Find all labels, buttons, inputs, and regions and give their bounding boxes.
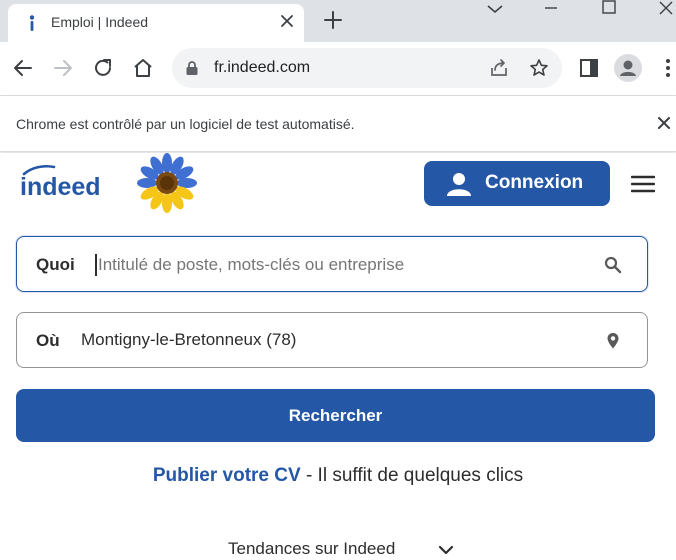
tab-search-chevron-icon[interactable] bbox=[472, 0, 518, 32]
login-label: Connexion bbox=[485, 172, 584, 193]
indeed-page: indeed Connexion Quoi Intitulé de poste,… bbox=[0, 153, 676, 560]
maximize-icon[interactable] bbox=[586, 0, 632, 32]
window-close-icon[interactable] bbox=[644, 0, 676, 32]
indeed-favicon-icon bbox=[29, 15, 35, 31]
login-button[interactable]: Connexion bbox=[424, 161, 610, 206]
profile-avatar[interactable] bbox=[614, 54, 642, 82]
what-search-field[interactable]: Quoi bbox=[16, 236, 648, 292]
logo-text: indeed bbox=[20, 173, 101, 200]
minimize-icon[interactable] bbox=[528, 0, 574, 32]
back-arrow-icon[interactable] bbox=[11, 56, 35, 80]
tab-close-icon[interactable] bbox=[278, 12, 296, 30]
chrome-menu-icon[interactable] bbox=[656, 56, 676, 80]
user-icon bbox=[447, 173, 471, 196]
infobar-close-icon[interactable] bbox=[656, 115, 672, 131]
side-panel-icon[interactable] bbox=[577, 56, 601, 80]
bookmark-star-icon[interactable] bbox=[529, 58, 549, 78]
infobar-message: Chrome est contrôlé par un logiciel de t… bbox=[16, 116, 355, 132]
sunflower-icon bbox=[137, 153, 197, 213]
where-input[interactable] bbox=[81, 323, 581, 357]
cv-promo: Publier votre CV - Il suffit de quelques… bbox=[0, 465, 676, 487]
automation-infobar: Chrome est contrôlé par un logiciel de t… bbox=[0, 96, 676, 152]
hamburger-menu-icon[interactable] bbox=[631, 174, 655, 194]
tab-title: Emploi | Indeed bbox=[51, 14, 149, 30]
reload-icon[interactable] bbox=[91, 56, 115, 80]
address-bar[interactable]: fr.indeed.com bbox=[172, 48, 562, 88]
search-icon[interactable] bbox=[603, 255, 623, 275]
post-cv-link[interactable]: Publier votre CV bbox=[153, 465, 301, 486]
search-button[interactable]: Rechercher bbox=[16, 389, 655, 442]
new-tab-plus-icon[interactable] bbox=[322, 9, 344, 31]
location-pin-icon[interactable] bbox=[603, 331, 623, 351]
share-icon[interactable] bbox=[489, 58, 509, 78]
forward-arrow-icon[interactable] bbox=[51, 56, 75, 80]
person-icon bbox=[620, 60, 636, 76]
trends-toggle-label[interactable]: Tendances sur Indeed bbox=[228, 539, 395, 559]
chevron-down-icon[interactable] bbox=[438, 543, 454, 557]
where-location-field[interactable]: Où bbox=[16, 312, 648, 368]
tab-strip: Emploi | Indeed bbox=[0, 0, 676, 42]
what-input[interactable] bbox=[95, 254, 585, 276]
indeed-logo[interactable]: indeed bbox=[18, 164, 118, 200]
home-icon[interactable] bbox=[131, 56, 155, 80]
cv-promo-text: - Il suffit de quelques clics bbox=[300, 465, 524, 486]
where-label: Où bbox=[36, 331, 60, 350]
lock-icon[interactable] bbox=[184, 60, 200, 76]
browser-toolbar: fr.indeed.com bbox=[0, 42, 676, 96]
what-label: Quoi bbox=[36, 255, 75, 274]
browser-tab[interactable]: Emploi | Indeed bbox=[8, 4, 304, 42]
url-text[interactable]: fr.indeed.com bbox=[214, 59, 310, 77]
